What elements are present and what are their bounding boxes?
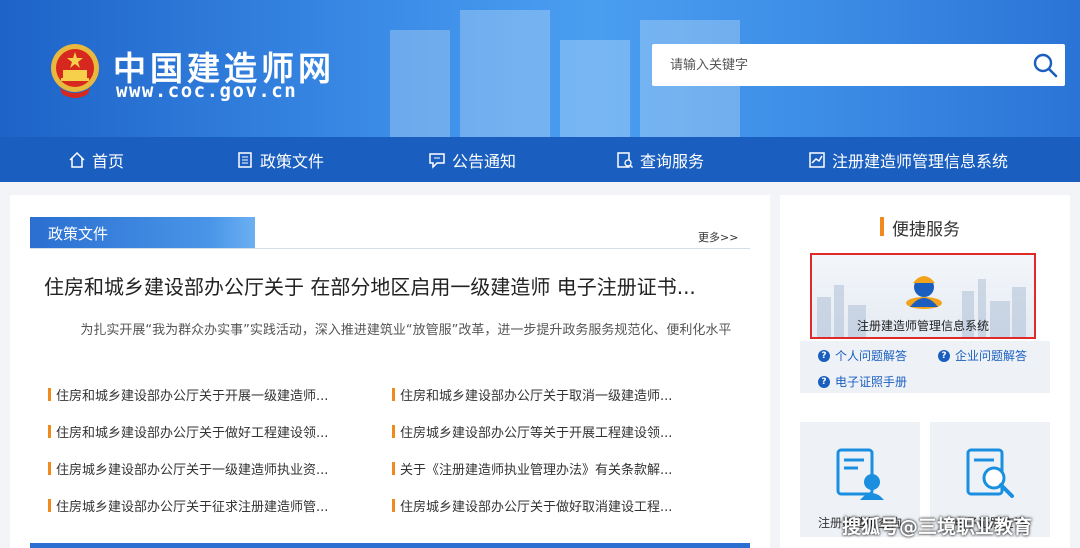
- notice-icon: [429, 152, 445, 169]
- site-url: www.coc.gov.cn: [116, 80, 298, 102]
- question-icon: ?: [938, 349, 950, 362]
- query-icon: [617, 151, 634, 168]
- personal-faq-link[interactable]: ? 个人问题解答: [818, 347, 907, 364]
- registry-system-label: 注册建造师管理信息系统: [856, 319, 989, 333]
- quick-services-panel: 便捷服务 注册建造师管理信息系统 ? 个人问题解答 ? 企业问题解答 ? 电子证…: [780, 195, 1070, 548]
- question-icon: ?: [818, 349, 830, 362]
- nav-item-label: 首页: [92, 151, 125, 171]
- nav-item-home[interactable]: 首页: [68, 137, 124, 182]
- document-icon: [238, 151, 252, 168]
- bottom-bar: [30, 543, 750, 548]
- quick-services-title: 便捷服务: [880, 215, 960, 240]
- news-item[interactable]: 住房和城乡建设部办公厅关于取消一级建造师...: [392, 385, 672, 404]
- document-engineer-icon: [836, 448, 884, 500]
- help-link-label: 个人问题解答: [835, 349, 908, 363]
- news-item[interactable]: 住房和城乡建设部办公厅关于做好工程建设领...: [48, 422, 328, 441]
- help-link-label: 电子证照手册: [835, 375, 908, 389]
- nav-item-notice[interactable]: 公告通知: [428, 137, 516, 182]
- nav-item-registry-system[interactable]: 注册建造师管理信息系统: [808, 137, 1008, 182]
- headline-summary: 为扎实开展“我为群众办实事”实践活动，深入推进建筑业“放管服”改革，进一步提升政…: [80, 323, 732, 338]
- help-link-label: 企业问题解答: [955, 349, 1028, 363]
- section-divider: [30, 248, 750, 249]
- national-emblem-icon: [51, 44, 99, 98]
- policy-panel: 政策文件 更多>> 住房和城乡建设部办公厅关于 在部分地区启用一级建造师 电子注…: [10, 195, 770, 548]
- chart-icon: [809, 151, 825, 168]
- nav-item-label: 政策文件: [260, 151, 325, 171]
- search-input[interactable]: [670, 54, 1010, 76]
- news-item[interactable]: 住房城乡建设部办公厅关于征求注册建造师管...: [48, 496, 328, 515]
- question-icon: ?: [818, 375, 830, 388]
- e-license-manual-link[interactable]: ? 电子证照手册: [818, 373, 907, 390]
- home-icon: [69, 151, 85, 168]
- news-item[interactable]: 住房城乡建设部办公厅关于做好取消建设工程...: [392, 496, 672, 515]
- news-item[interactable]: 住房城乡建设部办公厅关于一级建造师执业资...: [48, 459, 328, 478]
- help-links: ? 个人问题解答 ? 企业问题解答 ? 电子证照手册: [800, 341, 1050, 393]
- search-box: [652, 44, 1065, 86]
- nav-item-label: 查询服务: [640, 151, 705, 171]
- nav-item-query[interactable]: 查询服务: [616, 137, 704, 182]
- nav-item-label: 注册建造师管理信息系统: [832, 151, 1009, 171]
- policy-tab[interactable]: 政策文件: [30, 217, 255, 249]
- more-link[interactable]: 更多>>: [698, 229, 738, 245]
- registry-system-card[interactable]: 注册建造师管理信息系统: [810, 253, 1036, 339]
- news-item[interactable]: 住房和城乡建设部办公厅关于开展一级建造师...: [48, 385, 328, 404]
- site-header: 中国建造师网 www.coc.gov.cn: [0, 0, 1080, 137]
- nav-item-label: 公告通知: [452, 151, 517, 171]
- main-nav: 首页 政策文件 公告通知 查询服务 注册建造师管理信息系统: [0, 137, 1080, 182]
- watermark: 搜狐号@三境职业教育: [842, 516, 1033, 538]
- document-search-icon: [966, 448, 1014, 498]
- headline-link[interactable]: 住房和城乡建设部办公厅关于 在部分地区启用一级建造师 电子注册证书...: [44, 271, 696, 300]
- news-item[interactable]: 住房城乡建设部办公厅等关于开展工程建设领...: [392, 422, 672, 441]
- search-icon[interactable]: [1031, 51, 1059, 79]
- company-faq-link[interactable]: ? 企业问题解答: [938, 347, 1027, 364]
- engineer-icon: [906, 276, 942, 309]
- news-item[interactable]: 关于《注册建造师执业管理办法》有关条款解...: [392, 459, 672, 478]
- nav-item-policy[interactable]: 政策文件: [236, 137, 324, 182]
